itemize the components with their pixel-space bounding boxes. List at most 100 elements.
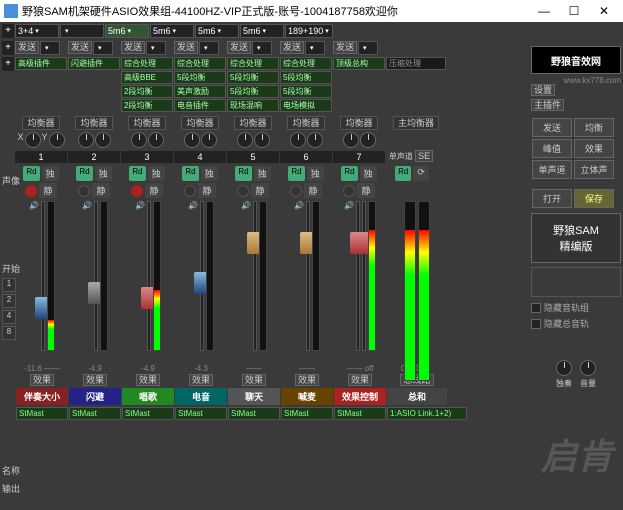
rec-btn-6[interactable]	[343, 185, 355, 197]
pan-knob-1[interactable]	[78, 132, 94, 148]
hide-tracks-check[interactable]: 隐藏音轨组	[531, 301, 621, 314]
eq-btn-4[interactable]: 均衡器	[234, 116, 271, 130]
add-send-button[interactable]: +	[2, 41, 14, 55]
fx-slot-5-2[interactable]: 5段均衡	[280, 85, 332, 98]
solo-btn-m[interactable]: ⟳	[413, 166, 429, 181]
channel-name-3[interactable]: 电音	[175, 388, 227, 405]
mute-btn-3[interactable]: 静	[198, 183, 215, 198]
fader-0[interactable]	[41, 201, 45, 351]
fx-slot-5-0[interactable]: 综合处理	[280, 57, 332, 70]
fx-slot-4-2[interactable]: 5段均衡	[227, 85, 279, 98]
rec-btn-1[interactable]	[78, 185, 90, 197]
fx-slot-3-2[interactable]: 美声激励	[174, 85, 226, 98]
close-button[interactable]: ✕	[589, 4, 619, 18]
pan-knob-6[interactable]	[343, 132, 359, 148]
eq-btn-6[interactable]: 均衡器	[340, 116, 377, 130]
send-btn-6[interactable]: 发送	[333, 41, 357, 54]
r-peak[interactable]: 峰值	[532, 139, 572, 158]
fx-main[interactable]: 压缩处理	[386, 57, 446, 70]
pan-knob-0[interactable]	[25, 132, 41, 148]
width-knob-6[interactable]	[360, 132, 376, 148]
rd-btn-2[interactable]: Rd	[129, 166, 145, 181]
maximize-button[interactable]: ☐	[559, 4, 589, 18]
channel-name-0[interactable]: 伴奏大小	[16, 388, 68, 405]
r-eq[interactable]: 均衡	[574, 118, 614, 137]
fx-show-4[interactable]: 效果	[242, 374, 266, 386]
solo-btn-3[interactable]: 独	[201, 166, 218, 181]
route-select-0[interactable]: 3+4	[15, 24, 59, 38]
send-btn-2[interactable]: 发送	[121, 41, 145, 54]
fx-show-1[interactable]: 效果	[83, 374, 107, 386]
mute-btn-1[interactable]: 静	[92, 183, 109, 198]
channel-name-1[interactable]: 闪避	[69, 388, 121, 405]
out-4[interactable]: StMast	[228, 407, 280, 420]
send-dd-1[interactable]	[93, 41, 113, 55]
settings-btn[interactable]: 设置	[531, 84, 555, 96]
fx-slot-3-0[interactable]: 综合处理	[174, 57, 226, 70]
rec-btn-3[interactable]	[184, 185, 196, 197]
fx-slot-5-3[interactable]: 电场模拟	[280, 99, 332, 112]
route-select-4[interactable]: 5m6	[195, 24, 239, 38]
fx-slot-3-3[interactable]: 电音插件	[174, 99, 226, 112]
rec-btn-0[interactable]	[25, 185, 37, 197]
minimize-button[interactable]: —	[529, 4, 559, 18]
checkbox-icon[interactable]	[531, 303, 541, 313]
fader-6[interactable]	[356, 201, 360, 351]
fx-slot-4-1[interactable]: 5段均衡	[227, 71, 279, 84]
route-select-6[interactable]: 189+190	[285, 24, 333, 38]
start-4[interactable]: 4	[2, 310, 16, 324]
send-dd-2[interactable]	[146, 41, 166, 55]
solo-btn-2[interactable]: 独	[148, 166, 165, 181]
width-knob-4[interactable]	[254, 132, 270, 148]
master-vol-knob[interactable]	[580, 360, 596, 376]
open-btn[interactable]: 打开	[532, 189, 572, 208]
r-mono[interactable]: 单声道	[532, 160, 572, 179]
rd-btn-5[interactable]: Rd	[288, 166, 304, 181]
fader-2[interactable]	[147, 201, 151, 351]
save-btn[interactable]: 保存	[574, 189, 614, 208]
route-select-3[interactable]: 5m6	[150, 24, 194, 38]
fx-slot-2-1[interactable]: 高级BBE	[121, 71, 173, 84]
eq-btn-0[interactable]: 均衡器	[22, 116, 59, 130]
r-send[interactable]: 发送	[532, 118, 572, 137]
fx-slot-3-1[interactable]: 5段均衡	[174, 71, 226, 84]
route-select-5[interactable]: 5m6	[240, 24, 284, 38]
channel-name-6[interactable]: 效果控制	[334, 388, 386, 405]
mute-btn-0[interactable]: 静	[39, 183, 56, 198]
fx-show-2[interactable]: 效果	[136, 374, 160, 386]
r-stereo[interactable]: 立体声	[574, 160, 614, 179]
fader-4[interactable]	[253, 201, 257, 351]
send-dd-6[interactable]	[358, 41, 378, 55]
mute-btn-2[interactable]: 静	[145, 183, 162, 198]
fx-show-3[interactable]: 效果	[189, 374, 213, 386]
send-btn-4[interactable]: 发送	[227, 41, 251, 54]
fx-show-5[interactable]: 效果	[295, 374, 319, 386]
send-btn-3[interactable]: 发送	[174, 41, 198, 54]
add-fx-button[interactable]: +	[2, 57, 14, 71]
fx-slot-2-0[interactable]: 综合处理	[121, 57, 173, 70]
rd-btn-m[interactable]: Rd	[395, 166, 411, 181]
out-main[interactable]: 1:ASIO Link.1+2)	[387, 407, 467, 420]
fader-1[interactable]	[94, 201, 98, 351]
rec-btn-4[interactable]	[237, 185, 249, 197]
out-2[interactable]: StMast	[122, 407, 174, 420]
fader-3[interactable]	[200, 201, 204, 351]
r-fx[interactable]: 效果	[574, 139, 614, 158]
width-knob-2[interactable]	[148, 132, 164, 148]
rec-btn-2[interactable]	[131, 185, 143, 197]
send-dd-3[interactable]	[199, 41, 219, 55]
route-select-1[interactable]	[60, 24, 104, 38]
route-select-2[interactable]: 5m6	[105, 24, 149, 38]
fx-label-0[interactable]: 高级插件	[15, 57, 67, 70]
start-8[interactable]: 8	[2, 326, 16, 340]
fader-6b[interactable]	[362, 201, 366, 351]
channel-name-4[interactable]: 聊天	[228, 388, 280, 405]
out-0[interactable]: StMast	[16, 407, 68, 420]
add-channel-button[interactable]: +	[2, 24, 14, 38]
checkbox-icon[interactable]	[531, 319, 541, 329]
fader-5[interactable]	[306, 201, 310, 351]
pan-knob-2[interactable]	[131, 132, 147, 148]
width-knob-0[interactable]	[49, 132, 65, 148]
send-dd-4[interactable]	[252, 41, 272, 55]
solo-btn-1[interactable]: 独	[95, 166, 112, 181]
